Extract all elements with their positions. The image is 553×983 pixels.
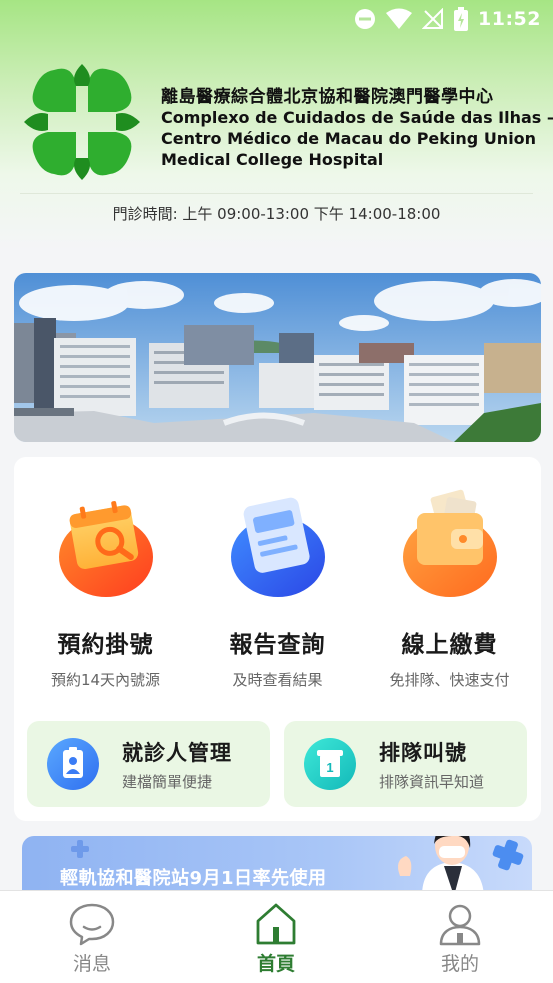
hospital-logo — [24, 64, 140, 180]
home-icon — [251, 901, 301, 947]
svg-text:1: 1 — [326, 760, 333, 775]
hospital-name-portuguese-line1: Complexo de Cuidados de Saúde das Ilhas … — [161, 108, 553, 127]
user-icon — [435, 901, 485, 947]
promo-text: 輕軌協和醫院站9月1日率先使用 — [60, 868, 327, 889]
nav-label: 我的 — [440, 953, 479, 975]
do-not-disturb-icon — [354, 8, 376, 30]
queue-number-icon: 1 — [304, 738, 356, 790]
hospital-name-portuguese-line2: Centro Médico de Macau do Peking Union — [161, 129, 537, 148]
nav-profile[interactable]: 我的 — [400, 901, 520, 976]
nav-messages[interactable]: 消息 — [32, 901, 152, 976]
patient-management-button[interactable]: 就診人管理 建檔簡單便捷 — [27, 721, 270, 807]
battery-charging-icon — [454, 7, 469, 31]
calendar-search-icon — [51, 487, 161, 597]
promo-banner[interactable]: 輕軌協和醫院站9月1日率先使用 — [22, 836, 532, 896]
wifi-icon — [386, 8, 413, 30]
service-payment[interactable]: 線上繳費 免排隊、快速支付 — [362, 487, 537, 690]
hospital-banner-image[interactable] — [14, 273, 541, 442]
clock: 11:52 — [478, 8, 541, 30]
queue-calling-button[interactable]: 1 排隊叫號 排隊資訊早知道 — [284, 721, 527, 807]
mini-title: 排隊叫號 — [379, 741, 467, 765]
bottom-navigation: 消息 首頁 我的 — [0, 890, 553, 983]
clinic-hours: 門診時間: 上午 09:00-13:00 下午 14:00-18:00 — [112, 205, 441, 223]
hospital-header: 離島醫療綜合體北京協和醫院澳門醫學中心 Complexo de Cuidados… — [24, 64, 553, 184]
mini-subtitle: 建檔簡單便捷 — [122, 773, 213, 791]
hospital-name-english-line3: Medical College Hospital — [161, 150, 384, 169]
mini-title: 就診人管理 — [122, 741, 232, 765]
nav-label: 消息 — [72, 953, 111, 975]
report-document-icon — [223, 487, 333, 597]
service-title: 線上繳費 — [401, 632, 498, 658]
message-icon — [67, 901, 117, 947]
service-subtitle: 及時查看結果 — [232, 671, 323, 689]
nav-home[interactable]: 首頁 — [216, 901, 336, 976]
service-appointment[interactable]: 預約掛號 預約14天內號源 — [18, 487, 193, 690]
service-card: 預約掛號 預約14天內號源 報告查詢 及時查看結果 線上繳費 免排隊、快速支付 … — [14, 457, 541, 821]
hospital-name-chinese: 離島醫療綜合體北京協和醫院澳門醫學中心 — [161, 87, 494, 107]
service-title: 報告查詢 — [229, 632, 326, 658]
service-subtitle: 免排隊、快速支付 — [389, 671, 510, 689]
no-signal-icon — [422, 8, 444, 30]
service-title: 預約掛號 — [57, 632, 154, 658]
service-report[interactable]: 報告查詢 及時查看結果 — [190, 487, 365, 690]
patient-badge-icon — [47, 738, 99, 790]
service-subtitle: 預約14天內號源 — [50, 671, 161, 689]
mini-subtitle: 排隊資訊早知道 — [379, 773, 485, 791]
status-bar: 11:52 — [0, 0, 553, 38]
header-divider — [20, 193, 533, 194]
nav-label: 首頁 — [256, 953, 295, 975]
wallet-icon — [395, 487, 505, 597]
